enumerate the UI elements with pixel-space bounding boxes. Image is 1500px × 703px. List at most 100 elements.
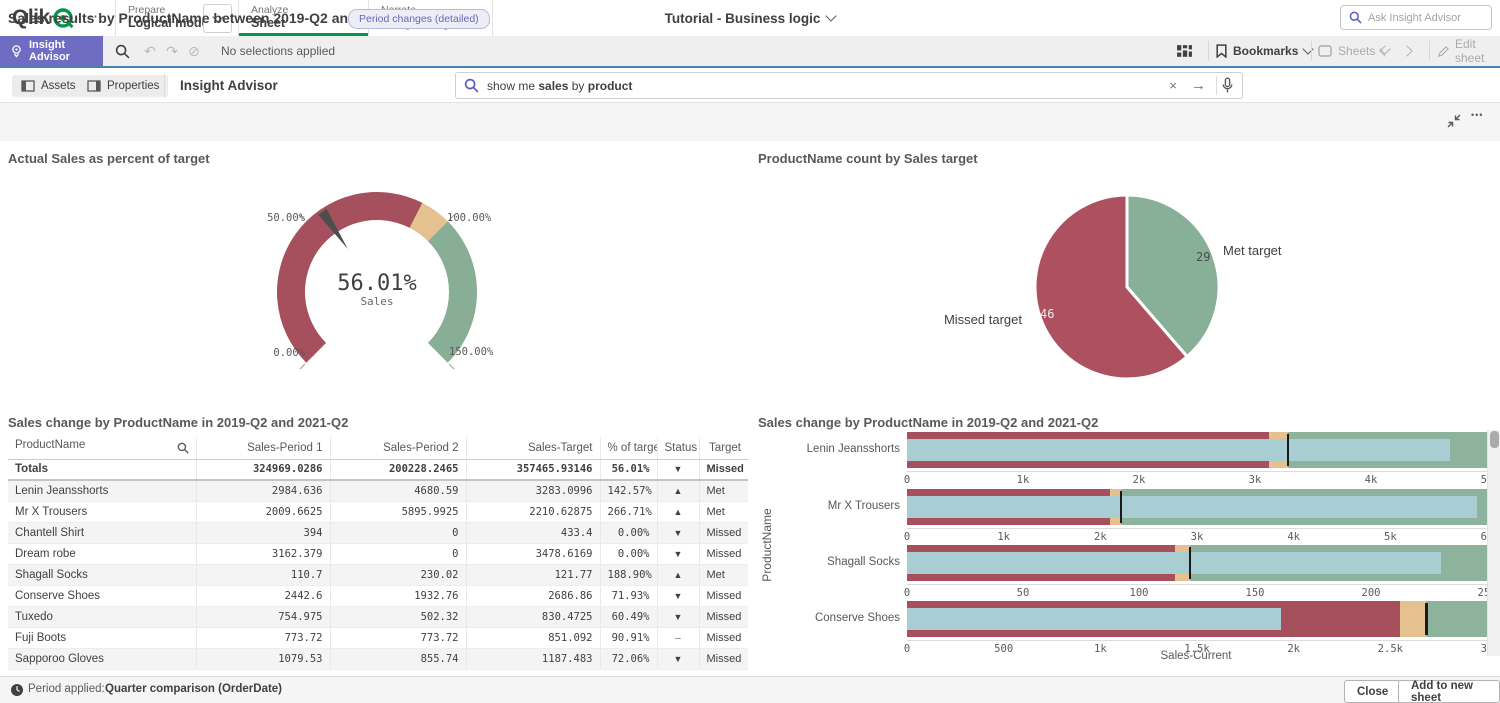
table-cell: 851.092 [466, 627, 600, 648]
table-row[interactable]: Chantell Shirt3940433.40.00%▼Missed [8, 522, 748, 543]
table-row[interactable]: Totals324969.0286200228.2465357465.93146… [8, 459, 748, 480]
table-cell: 266.71% [600, 501, 657, 522]
table-cell: ▼ [657, 543, 699, 564]
table-cell: 200228.2465 [330, 459, 466, 480]
column-header[interactable]: ProductName [8, 437, 196, 459]
bullet-axis-tick: 4k [1365, 474, 1378, 486]
properties-button[interactable]: Properties [78, 75, 168, 97]
table-cell: 773.72 [196, 627, 330, 648]
bullet-bar[interactable] [907, 489, 1487, 525]
ask-insight-advisor-input[interactable]: Ask Insight Advisor [1340, 5, 1492, 30]
table-cell: 773.72 [330, 627, 466, 648]
bullet-bar[interactable] [907, 432, 1487, 468]
table-cell: 110.7 [196, 564, 330, 585]
bullet-bar[interactable] [907, 545, 1487, 581]
table-cell: Missed [699, 459, 748, 480]
pie-label-missed: Missed target [922, 312, 1022, 327]
table-cell: 2442.6 [196, 585, 330, 606]
table-cell: Tuxedo [8, 606, 196, 627]
edit-sheet-button[interactable]: Edit sheet [1438, 36, 1500, 66]
app-title-menu[interactable]: Tutorial - Business logic [600, 0, 900, 36]
pie-value-met: 29 [1196, 250, 1210, 264]
redo-selection-icon[interactable]: ↷ [162, 41, 182, 61]
bullet-axis-tick: 100 [1130, 587, 1149, 599]
table-cell: ▲ [657, 564, 699, 585]
table-cell: ▼ [657, 648, 699, 669]
column-header[interactable]: Sales-Period 2 [330, 437, 466, 459]
insight-advisor-button[interactable]: Insight Advisor [0, 36, 103, 66]
table-row[interactable]: Lenin Jeansshorts2984.6364680.593283.099… [8, 480, 748, 501]
bookmarks-button[interactable]: Bookmarks [1216, 36, 1312, 66]
table-cell: ▲ [657, 501, 699, 522]
bullet-axis-tick: 1k [1017, 474, 1030, 486]
insight-search-input[interactable]: show me sales by product × → [455, 72, 1243, 99]
table-cell: ▲ [657, 480, 699, 501]
panel-title: Insight Advisor [180, 78, 278, 93]
table-cell: 357465.93146 [466, 459, 600, 480]
submit-query-icon[interactable]: → [1185, 77, 1212, 94]
table-row[interactable]: Shagall Socks110.7230.02121.77188.90%▲Me… [8, 564, 748, 585]
bullet-axis-tick: 0 [904, 531, 910, 543]
next-sheet-button[interactable] [1403, 36, 1411, 66]
sheets-label: Sheets [1338, 44, 1375, 58]
table-cell: 502.32 [330, 606, 466, 627]
table-cell: Dream robe [8, 543, 196, 564]
bullet-x-axis-label: Sales-Current [1096, 650, 1296, 662]
bullet-axis-line [907, 584, 1487, 585]
app-navigation-icon[interactable] [1176, 36, 1193, 66]
pie-chart[interactable] [1025, 190, 1235, 390]
table-row[interactable]: Mr X Trousers2009.66255895.99252210.6287… [8, 501, 748, 522]
bullet-bar[interactable] [907, 601, 1487, 637]
edit-sheet-label: Edit sheet [1455, 37, 1500, 65]
sheet-icon [1318, 45, 1332, 57]
period-changes-badge[interactable]: Period changes (detailed) [348, 9, 490, 29]
collapse-icon[interactable] [1446, 113, 1462, 134]
column-header[interactable]: Status [657, 437, 699, 459]
clear-selections-icon[interactable]: ⊘ [184, 41, 204, 61]
bullet-axis-tick: 3k [1249, 474, 1262, 486]
sales-table[interactable]: ProductNameSales-Period 1Sales-Period 2S… [8, 437, 748, 674]
add-to-new-sheet-button[interactable]: Add to new sheet [1398, 680, 1500, 703]
pie-label-met: Met target [1223, 243, 1282, 258]
divider [1216, 76, 1217, 95]
microphone-icon[interactable] [1221, 77, 1234, 94]
table-title: Sales change by ProductName in 2019-Q2 a… [8, 415, 348, 430]
assets-button[interactable]: Assets [12, 75, 85, 97]
table-row[interactable]: Tuxedo754.975502.32830.472560.49%▼Missed [8, 606, 748, 627]
table-row[interactable]: Fuji Boots773.72773.72851.09290.91%--Mis… [8, 627, 748, 648]
close-button[interactable]: Close [1344, 680, 1401, 703]
table-cell: Missed [699, 606, 748, 627]
insight-advisor-header: Assets Properties Insight Advisor show m… [0, 68, 1500, 103]
previous-sheet-button[interactable] [1381, 36, 1389, 66]
table-cell: 3478.6169 [466, 543, 600, 564]
table-cell: -- [657, 627, 699, 648]
table-cell: ▼ [657, 522, 699, 543]
table-row[interactable]: Dream robe3162.37903478.61690.00%▼Missed [8, 543, 748, 564]
table-row[interactable]: Sapporoo Gloves1079.53855.741187.48372.0… [8, 648, 748, 669]
table-cell: 0.00% [600, 543, 657, 564]
app-window: Qlik ⋯ Prepare Logical model Analyze She… [0, 0, 1500, 703]
bookmark-icon [1216, 44, 1227, 58]
table-cell: 72.06% [600, 648, 657, 669]
table-row[interactable]: Conserve Shoes2442.61932.762686.8671.93%… [8, 585, 748, 606]
search-selections-icon[interactable] [112, 41, 132, 61]
column-header[interactable]: Sales-Period 1 [196, 437, 330, 459]
table-cell: Met [699, 501, 748, 522]
bullet-category-label: Shagall Socks [760, 556, 900, 568]
results-more-menu-icon[interactable]: ••• [1471, 110, 1483, 120]
bullet-scrollbar-thumb[interactable] [1490, 431, 1499, 448]
undo-selection-icon[interactable]: ↶ [140, 41, 160, 61]
app-title-text: Tutorial - Business logic [665, 11, 821, 26]
table-cell: Totals [8, 459, 196, 480]
table-cell: 1932.76 [330, 585, 466, 606]
column-header[interactable]: % of target [600, 437, 657, 459]
bullet-target-tick [1120, 491, 1123, 523]
clear-query-icon[interactable]: × [1161, 78, 1185, 93]
bullet-scrollbar-track[interactable] [1487, 430, 1500, 656]
table-cell: 4680.59 [330, 480, 466, 501]
search-icon [1349, 11, 1362, 24]
column-header[interactable]: Sales-Target [466, 437, 600, 459]
ask-placeholder: Ask Insight Advisor [1368, 12, 1461, 24]
column-search-icon[interactable] [177, 442, 189, 457]
column-header[interactable]: Target [699, 437, 748, 459]
